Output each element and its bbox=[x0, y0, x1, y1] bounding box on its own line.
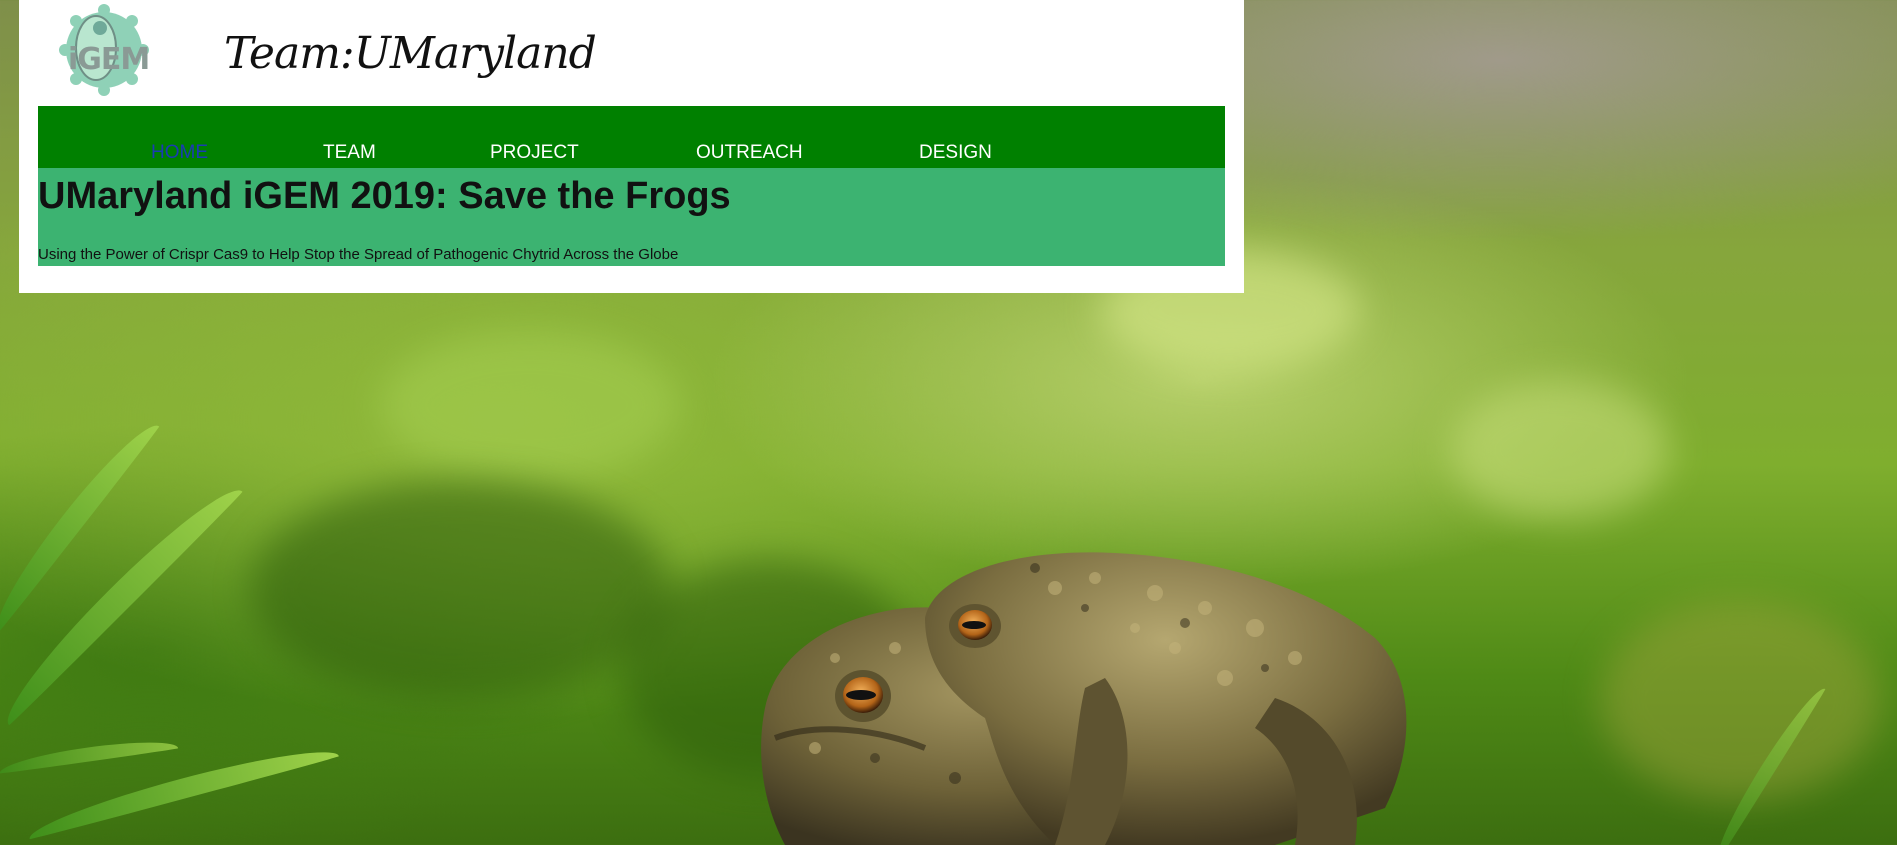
igem-logo[interactable]: iGEM bbox=[44, 4, 159, 96]
nav-team[interactable]: TEAM bbox=[323, 142, 376, 164]
bokeh-warm bbox=[1600, 600, 1880, 800]
bokeh-light bbox=[1450, 380, 1670, 520]
hero-subtitle: Using the Power of Crispr Cas9 to Help S… bbox=[38, 246, 679, 263]
hero-banner: UMaryland iGEM 2019: Save the Frogs Usin… bbox=[38, 168, 1225, 266]
site-header: iGEM Team:UMaryland HOME TEAM PROJECT OU… bbox=[19, 0, 1244, 293]
nav-project[interactable]: PROJECT bbox=[490, 142, 579, 164]
hero-title: UMaryland iGEM 2019: Save the Frogs bbox=[38, 175, 731, 217]
nav-outreach[interactable]: OUTREACH bbox=[696, 142, 803, 164]
grass-blade bbox=[0, 735, 179, 774]
main-nav: HOME TEAM PROJECT OUTREACH DESIGN bbox=[38, 106, 1225, 168]
page-title: Team:UMaryland bbox=[224, 28, 597, 79]
bokeh-light bbox=[380, 330, 680, 480]
grass-blade bbox=[0, 474, 244, 726]
nav-home[interactable]: HOME bbox=[151, 142, 208, 164]
logo-wordmark: iGEM bbox=[68, 42, 150, 77]
nav-design[interactable]: DESIGN bbox=[919, 142, 992, 164]
bokeh-dark bbox=[250, 480, 670, 700]
toads-image bbox=[755, 548, 1555, 845]
